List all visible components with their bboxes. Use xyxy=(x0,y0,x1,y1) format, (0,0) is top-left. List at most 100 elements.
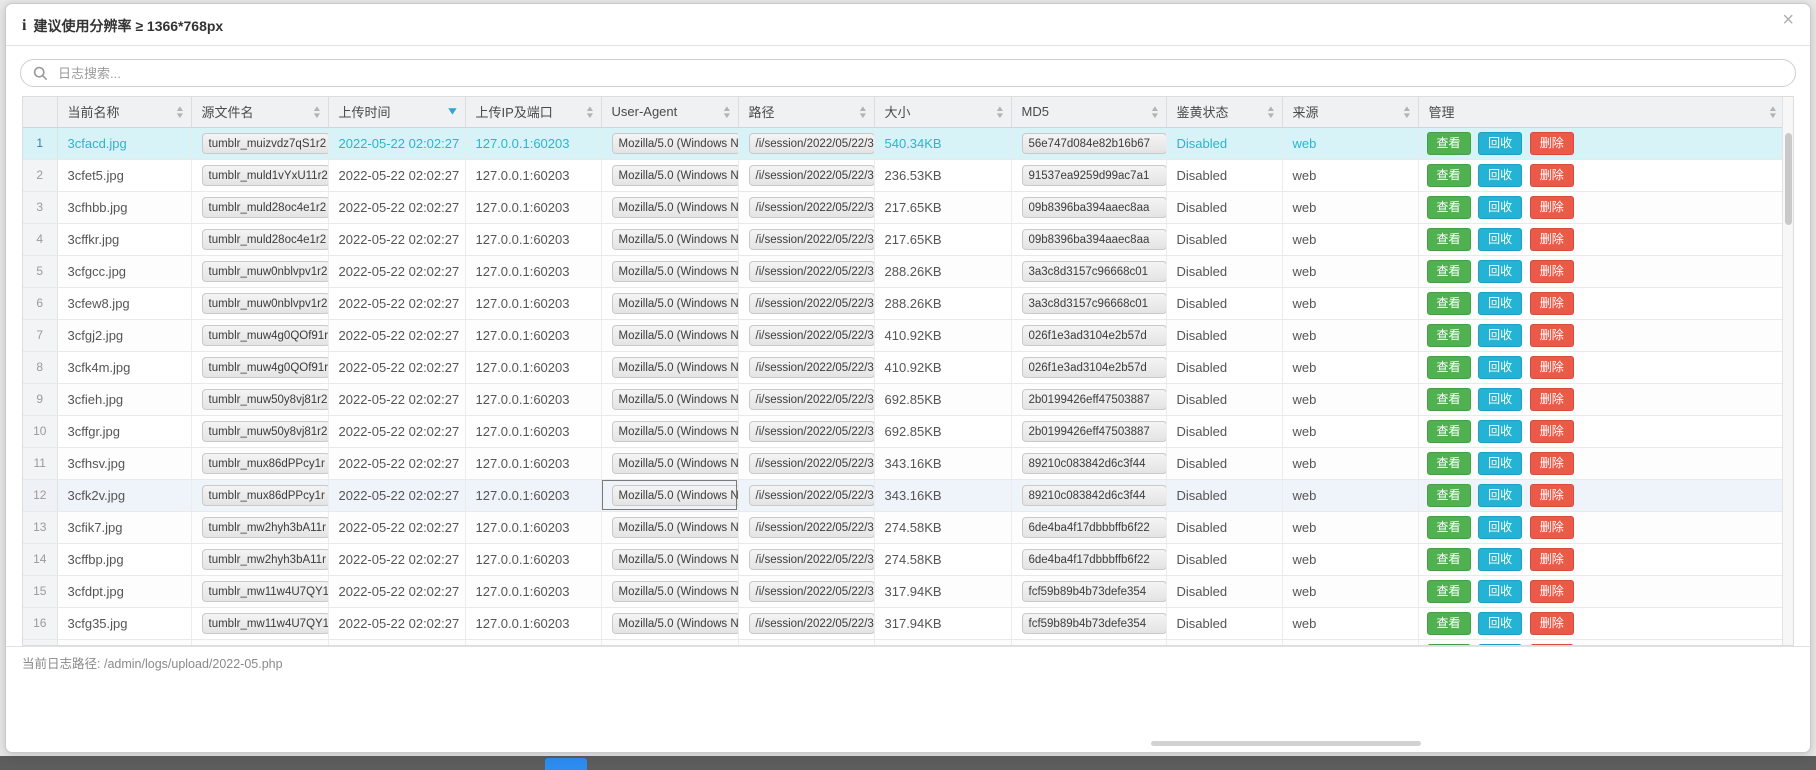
delete-button[interactable]: 删除 xyxy=(1530,164,1574,187)
sort-icon[interactable]: ▼ xyxy=(447,106,458,117)
source-filename-pill[interactable]: tumblr_muld28oc4e1r2 xyxy=(202,229,329,250)
md5-pill[interactable]: 91537ea9259d99ac7a1 xyxy=(1022,165,1167,186)
recycle-button[interactable]: 回收 xyxy=(1478,356,1522,379)
source-filename-pill[interactable]: tumblr_muld28oc4e1r2 xyxy=(202,197,329,218)
delete-button[interactable]: 删除 xyxy=(1530,324,1574,347)
recycle-button[interactable]: 回收 xyxy=(1478,612,1522,635)
md5-pill[interactable]: 89210c083842d6c3f44 xyxy=(1022,453,1167,474)
path-pill[interactable]: /i/session/2022/05/22/3 xyxy=(749,581,875,602)
view-button[interactable]: 查看 xyxy=(1427,292,1471,315)
recycle-button[interactable]: 回收 xyxy=(1478,164,1522,187)
sort-icon[interactable]: ▲▼ xyxy=(996,105,1004,119)
column-header[interactable]: 管理 ▲▼ xyxy=(1418,97,1784,127)
path-pill[interactable]: /i/session/2022/05/22/3 xyxy=(749,453,875,474)
path-pill[interactable]: /i/session/2022/05/22/3 xyxy=(749,293,875,314)
path-pill[interactable] xyxy=(749,645,875,647)
path-pill[interactable]: /i/session/2022/05/22/3 xyxy=(749,485,875,506)
source-filename-pill[interactable]: tumblr_mw11w4U7QY1 xyxy=(202,581,329,602)
table-row[interactable]: 2 3cfet5.jpg tumblr_muld1vYxU11r2 2022-0… xyxy=(23,159,1784,191)
sort-icon[interactable]: ▲▼ xyxy=(176,105,184,119)
recycle-button[interactable]: 回收 xyxy=(1478,132,1522,155)
delete-button[interactable]: 删除 xyxy=(1530,580,1574,603)
delete-button[interactable]: 删除 xyxy=(1530,612,1574,635)
close-icon[interactable]: × xyxy=(1782,10,1794,30)
column-header[interactable]: 鉴黄状态 ▲▼ xyxy=(1166,97,1282,127)
column-header[interactable]: 大小 ▲▼ xyxy=(874,97,1011,127)
table-row[interactable]: 13 3cfik7.jpg tumblr_mw2hyh3bA11r 2022-0… xyxy=(23,511,1784,543)
table-row[interactable]: 14 3cffbp.jpg tumblr_mw2hyh3bA11r 2022-0… xyxy=(23,543,1784,575)
delete-button[interactable]: 删除 xyxy=(1530,196,1574,219)
md5-pill[interactable]: 2b0199426eff47503887 xyxy=(1022,389,1167,410)
md5-pill[interactable]: 09b8396ba394aaec8aa xyxy=(1022,229,1167,250)
view-button[interactable]: 查看 xyxy=(1427,452,1471,475)
column-header[interactable]: 上传IP及端口 ▲▼ xyxy=(465,97,601,127)
table-row[interactable]: 4 3cffkr.jpg tumblr_muld28oc4e1r2 2022-0… xyxy=(23,223,1784,255)
user-agent-pill[interactable]: Mozilla/5.0 (Windows N xyxy=(612,581,739,602)
md5-pill[interactable] xyxy=(1022,645,1167,647)
delete-button[interactable]: 删除 xyxy=(1530,132,1574,155)
table-row[interactable]: 12 3cfk2v.jpg tumblr_mux86dPPcy1r 2022-0… xyxy=(23,479,1784,511)
table-row[interactable]: 5 3cfgcc.jpg tumblr_muw0nblvpv1r2 2022-0… xyxy=(23,255,1784,287)
delete-button[interactable]: 删除 xyxy=(1530,228,1574,251)
view-button[interactable]: 查看 xyxy=(1427,580,1471,603)
md5-pill[interactable]: 026f1e3ad3104e2b57d xyxy=(1022,357,1167,378)
view-button[interactable]: 查看 xyxy=(1427,644,1471,647)
table-row[interactable]: 16 3cfg35.jpg tumblr_mw11w4U7QY1 2022-05… xyxy=(23,607,1784,639)
recycle-button[interactable]: 回收 xyxy=(1478,228,1522,251)
path-pill[interactable]: /i/session/2022/05/22/3 xyxy=(749,421,875,442)
path-pill[interactable]: /i/session/2022/05/22/3 xyxy=(749,357,875,378)
sort-icon[interactable]: ▲▼ xyxy=(723,105,731,119)
user-agent-pill[interactable]: Mozilla/5.0 (Windows N xyxy=(612,229,739,250)
path-pill[interactable]: /i/session/2022/05/22/3 xyxy=(749,165,875,186)
table-row[interactable]: 查看 回收 删除 xyxy=(23,639,1784,646)
md5-pill[interactable]: 3a3c8d3157c96668c01 xyxy=(1022,261,1167,282)
view-button[interactable]: 查看 xyxy=(1427,388,1471,411)
recycle-button[interactable]: 回收 xyxy=(1478,548,1522,571)
view-button[interactable]: 查看 xyxy=(1427,612,1471,635)
view-button[interactable]: 查看 xyxy=(1427,164,1471,187)
source-filename-pill[interactable]: tumblr_muld1vYxU11r2 xyxy=(202,165,329,186)
recycle-button[interactable]: 回收 xyxy=(1478,420,1522,443)
user-agent-pill[interactable]: Mozilla/5.0 (Windows N xyxy=(612,357,739,378)
view-button[interactable]: 查看 xyxy=(1427,548,1471,571)
md5-pill[interactable]: 6de4ba4f17dbbbffb6f22 xyxy=(1022,549,1167,570)
user-agent-pill[interactable]: Mozilla/5.0 (Windows N xyxy=(612,133,739,154)
source-filename-pill[interactable]: tumblr_mw11w4U7QY1 xyxy=(202,613,329,634)
source-filename-pill[interactable]: tumblr_mw2hyh3bA11r xyxy=(202,549,329,570)
sort-icon[interactable]: ▲▼ xyxy=(1769,105,1777,119)
delete-button[interactable]: 删除 xyxy=(1530,260,1574,283)
delete-button[interactable]: 删除 xyxy=(1530,388,1574,411)
table-row[interactable]: 10 3cffgr.jpg tumblr_muw50y8vj81r2 2022-… xyxy=(23,415,1784,447)
recycle-button[interactable]: 回收 xyxy=(1478,324,1522,347)
source-filename-pill[interactable]: tumblr_mw2hyh3bA11r xyxy=(202,517,329,538)
view-button[interactable]: 查看 xyxy=(1427,196,1471,219)
md5-pill[interactable]: 3a3c8d3157c96668c01 xyxy=(1022,293,1167,314)
path-pill[interactable]: /i/session/2022/05/22/3 xyxy=(749,325,875,346)
table-row[interactable]: 11 3cfhsv.jpg tumblr_mux86dPPcy1r 2022-0… xyxy=(23,447,1784,479)
view-button[interactable]: 查看 xyxy=(1427,228,1471,251)
view-button[interactable]: 查看 xyxy=(1427,260,1471,283)
recycle-button[interactable]: 回收 xyxy=(1478,516,1522,539)
path-pill[interactable]: /i/session/2022/05/22/3 xyxy=(749,229,875,250)
delete-button[interactable]: 删除 xyxy=(1530,548,1574,571)
user-agent-pill[interactable]: Mozilla/5.0 (Windows N xyxy=(612,453,739,474)
view-button[interactable]: 查看 xyxy=(1427,420,1471,443)
source-filename-pill[interactable]: tumblr_mux86dPPcy1r xyxy=(202,485,329,506)
column-header[interactable]: MD5 ▲▼ xyxy=(1011,97,1166,127)
user-agent-pill[interactable]: Mozilla/5.0 (Windows N xyxy=(612,485,739,506)
source-filename-pill[interactable]: tumblr_mux86dPPcy1r xyxy=(202,453,329,474)
delete-button[interactable]: 删除 xyxy=(1530,452,1574,475)
path-pill[interactable]: /i/session/2022/05/22/3 xyxy=(749,517,875,538)
horizontal-scrollbar-thumb[interactable] xyxy=(1151,741,1421,746)
user-agent-pill[interactable]: Mozilla/5.0 (Windows N xyxy=(612,549,739,570)
md5-pill[interactable]: 56e747d084e82b16b67 xyxy=(1022,133,1167,154)
recycle-button[interactable]: 回收 xyxy=(1478,388,1522,411)
table-row[interactable]: 15 3cfdpt.jpg tumblr_mw11w4U7QY1 2022-05… xyxy=(23,575,1784,607)
delete-button[interactable]: 删除 xyxy=(1530,644,1574,647)
sort-icon[interactable]: ▲▼ xyxy=(1267,105,1275,119)
recycle-button[interactable]: 回收 xyxy=(1478,580,1522,603)
delete-button[interactable]: 删除 xyxy=(1530,292,1574,315)
path-pill[interactable]: /i/session/2022/05/22/3 xyxy=(749,613,875,634)
recycle-button[interactable]: 回收 xyxy=(1478,260,1522,283)
recycle-button[interactable]: 回收 xyxy=(1478,452,1522,475)
